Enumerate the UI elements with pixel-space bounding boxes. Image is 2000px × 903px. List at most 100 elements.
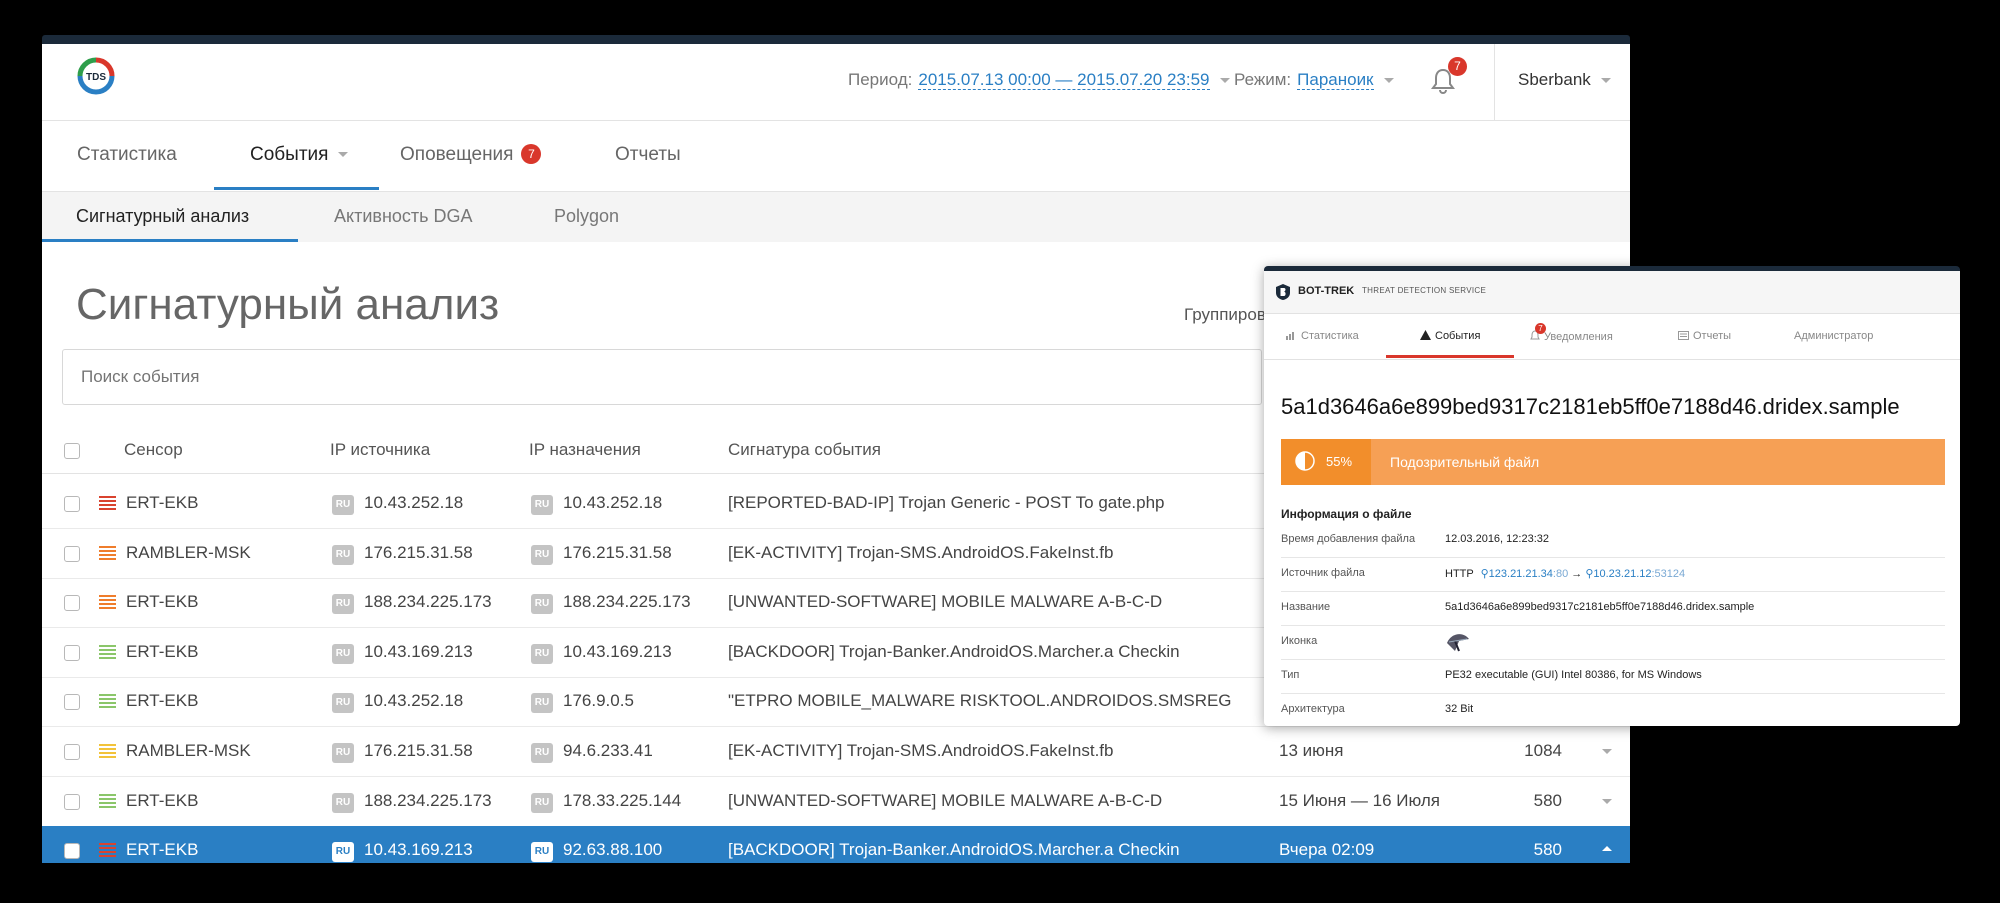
panel-tab-events[interactable]: События xyxy=(1420,330,1480,342)
top-bar: TDS Период: 2015.07.13 00:00 — 2015.07.20… xyxy=(42,44,1630,121)
table-row[interactable]: RAMBLER-MSK RU 176.215.31.58 RU 94.6.233.41 [… xyxy=(42,727,1630,777)
source-ip-cell: RU 10.43.169.213 xyxy=(332,840,473,863)
column-header-destination-ip[interactable]: IP назначения xyxy=(529,440,641,460)
tab-events[interactable]: События xyxy=(250,144,349,166)
subtab-signature-analysis[interactable]: Сигнатурный анализ xyxy=(76,206,249,227)
expand-chevron-icon[interactable] xyxy=(1602,846,1612,852)
sub-nav: Сигнатурный анализ Активность DGA Polygo… xyxy=(42,192,1630,242)
severity-indicator xyxy=(99,496,116,510)
column-header-source-ip[interactable]: IP источника xyxy=(330,440,430,460)
user-menu[interactable]: Sberbank xyxy=(1518,70,1611,90)
severity-indicator xyxy=(99,644,116,659)
sensor-cell: ERT-EKB xyxy=(126,641,199,661)
period-value[interactable]: 2015.07.13 00:00 — 2015.07.20 23:59 xyxy=(918,70,1210,90)
signature-cell: [REPORTED-BAD-IP] Trojan Generic - POST … xyxy=(728,493,1165,512)
source-ip-cell: RU 188.234.225.173 xyxy=(332,791,492,813)
table-row[interactable]: ERT-EKB RU 188.234.225.173 RU 178.33.225.144… xyxy=(42,777,1630,827)
source-ip-link[interactable]: 123.21.21.34 xyxy=(1489,568,1553,580)
tab-statistics[interactable]: Статистика xyxy=(77,144,177,166)
reports-icon xyxy=(1678,331,1689,340)
count-cell: 580 xyxy=(1533,790,1562,810)
country-badge: RU xyxy=(531,643,553,664)
mode-label: Режим: xyxy=(1234,70,1292,89)
country-badge: RU xyxy=(332,842,354,863)
subtab-dga-activity[interactable]: Активность DGA xyxy=(334,206,473,227)
sensor-cell: ERT-EKB xyxy=(126,790,199,810)
chevron-down-icon xyxy=(338,152,349,158)
panel-tab-notifications-label: Уведомления xyxy=(1544,331,1613,343)
panel-notifications-badge: 7 xyxy=(1535,323,1546,334)
count-cell: 1084 xyxy=(1524,741,1562,760)
country-badge: RU xyxy=(531,693,553,714)
subtab-polygon[interactable]: Polygon xyxy=(554,206,619,227)
main-nav: Статистика События Оповещения 7 Отчеты xyxy=(42,121,1630,192)
tab-reports[interactable]: Отчеты xyxy=(615,144,681,166)
sensor-cell: RAMBLER-MSK xyxy=(126,542,251,562)
info-row-name: Название 5a1d3646a6e899bed9317c2181eb5ff… xyxy=(1281,591,1945,626)
source-ip-cell: RU 10.43.169.213 xyxy=(332,642,473,664)
destination-ip-cell: RU 10.43.169.213 xyxy=(531,642,672,664)
destination-ip: 94.6.233.41 xyxy=(563,741,653,760)
info-value: PE32 executable (GUI) Intel 80386, for M… xyxy=(1445,669,1702,681)
severity-indicator xyxy=(99,843,116,858)
row-checkbox[interactable] xyxy=(64,694,80,711)
destination-ip-cell: RU 178.33.225.144 xyxy=(531,791,681,813)
count-cell: 580 xyxy=(1533,840,1562,860)
signature-cell: [EK-ACTIVITY] Trojan-SMS.AndroidOS.FakeI… xyxy=(728,741,1114,760)
panel-tab-reports[interactable]: Отчеты xyxy=(1678,330,1731,342)
sensor-cell: RAMBLER-MSK xyxy=(126,741,251,760)
destination-ip: 10.43.252.18 xyxy=(563,493,663,512)
search-input[interactable] xyxy=(63,350,1261,404)
destination-ip-cell: RU 188.234.225.173 xyxy=(531,592,691,615)
table-row[interactable]: ERT-EKB RU 10.43.169.213 RU 92.63.88.100 [BAC… xyxy=(42,826,1630,863)
signature-cell: [BACKDOOR] Trojan-Banker.AndroidOS.March… xyxy=(728,840,1180,860)
column-header-signature[interactable]: Сигнатура события xyxy=(728,440,881,460)
country-badge: RU xyxy=(531,792,553,813)
period-selector[interactable]: Период: 2015.07.13 00:00 — 2015.07.20 23:… xyxy=(848,70,1230,90)
source-ip-cell: RU 10.43.252.18 xyxy=(332,493,463,515)
country-badge: RU xyxy=(531,495,553,515)
tds-logo[interactable]: TDS xyxy=(74,54,118,98)
sensor-cell: ERT-EKB xyxy=(126,840,199,860)
expand-chevron-icon[interactable] xyxy=(1602,798,1612,804)
info-key: Иконка xyxy=(1281,635,1318,647)
row-checkbox[interactable] xyxy=(64,595,80,612)
tab-alerts[interactable]: Оповещения 7 xyxy=(400,144,542,166)
risk-percent-box: 55% xyxy=(1281,439,1371,485)
date-cell: 13 июня xyxy=(1279,741,1344,760)
row-checkbox[interactable] xyxy=(64,793,80,810)
sensor-cell: ERT-EKB xyxy=(126,691,199,711)
active-subtab-indicator xyxy=(42,239,298,242)
row-checkbox[interactable] xyxy=(64,496,80,512)
column-header-sensor[interactable]: Сенсор xyxy=(124,440,183,460)
source-ip: 10.43.169.213 xyxy=(364,840,473,860)
destination-ip-cell: RU 176.9.0.5 xyxy=(531,691,634,714)
source-ip: 176.215.31.58 xyxy=(364,542,473,562)
row-checkbox[interactable] xyxy=(64,545,80,562)
row-checkbox[interactable] xyxy=(64,644,80,661)
search-box[interactable] xyxy=(62,349,1262,405)
expand-chevron-icon[interactable] xyxy=(1602,749,1612,754)
divider xyxy=(1494,44,1495,120)
dest-ip-link[interactable]: 10.23.21.12 xyxy=(1593,568,1651,580)
bar-chart-icon xyxy=(1286,332,1294,340)
chevron-down-icon xyxy=(1383,78,1394,84)
row-checkbox[interactable] xyxy=(64,744,80,760)
info-key: Архитектура xyxy=(1281,703,1345,715)
panel-tab-admin[interactable]: Администратор xyxy=(1794,330,1873,342)
destination-ip: 10.43.169.213 xyxy=(563,641,672,661)
mode-value[interactable]: Параноик xyxy=(1297,70,1374,90)
select-all-checkbox[interactable] xyxy=(64,443,80,459)
info-key: Источник файла xyxy=(1281,567,1365,579)
row-checkbox[interactable] xyxy=(64,843,80,860)
country-badge: RU xyxy=(531,594,553,615)
mode-selector[interactable]: Режим: Параноик xyxy=(1234,70,1394,90)
group-by-label[interactable]: Группиров xyxy=(1184,305,1266,325)
alerts-badge: 7 xyxy=(521,144,542,164)
panel-tab-statistics[interactable]: Статистика xyxy=(1286,330,1359,342)
info-value: 5a1d3646a6e899bed9317c2181eb5ff0e7188d46… xyxy=(1445,601,1755,613)
source-protocol: HTTP xyxy=(1445,568,1474,580)
severity-indicator xyxy=(99,694,116,709)
country-badge: RU xyxy=(531,842,553,863)
info-key: Тип xyxy=(1281,669,1300,681)
